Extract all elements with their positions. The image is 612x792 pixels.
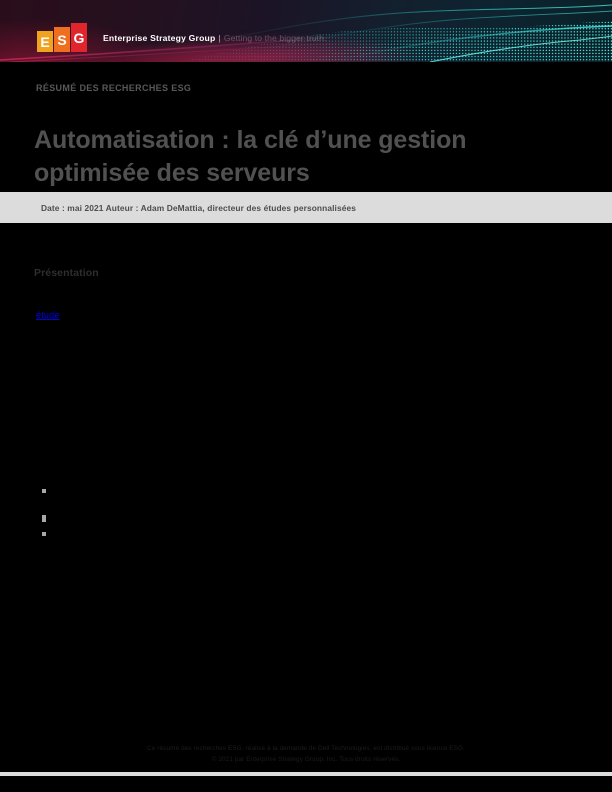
document-meta-bar: Date : mai 2021 Auteur : Adam DeMattia, … <box>0 192 612 223</box>
brand-tagline: Getting to the bigger truth. <box>223 33 327 43</box>
bullet-marker-icon <box>42 489 46 493</box>
document-eyebrow: RÉSUMÉ DES RECHERCHES ESG <box>36 83 192 93</box>
section-heading-presentation: Présentation <box>34 266 99 279</box>
wave-mesh-graphic <box>0 4 612 62</box>
document-page: E S G Enterprise Strategy Group | Getting … <box>0 0 612 792</box>
document-meta-text: Date : mai 2021 Auteur : Adam DeMattia, … <box>41 202 356 213</box>
brand-name: Enterprise Strategy Group <box>103 33 216 43</box>
page-title: Automatisation : la clé d’une gestion op… <box>34 125 467 187</box>
brand-lockup: Enterprise Strategy Group | Getting to the… <box>103 33 327 43</box>
header-banner: E S G Enterprise Strategy Group | Getting … <box>0 0 612 62</box>
findings-bullet-list <box>36 484 581 536</box>
logo-tile-e: E <box>37 31 53 52</box>
bullet-marker-icon <box>42 532 46 536</box>
logo-tile-g: G <box>71 23 87 52</box>
page-footer: Ce résumé des recherches ESG, réalisé à … <box>0 743 612 765</box>
logo-tile-s: S <box>54 27 70 52</box>
footer-line-license: Ce résumé des recherches ESG, réalisé à … <box>147 745 465 752</box>
study-link[interactable]: étude <box>36 310 60 320</box>
brand-separator: | <box>218 33 221 43</box>
footer-rule <box>0 772 612 776</box>
esg-logo: E S G <box>37 22 89 52</box>
footer-line-copyright: © 2021 par Enterprise Strategy Group, In… <box>211 756 401 764</box>
bullet-marker-icon <box>42 518 46 522</box>
